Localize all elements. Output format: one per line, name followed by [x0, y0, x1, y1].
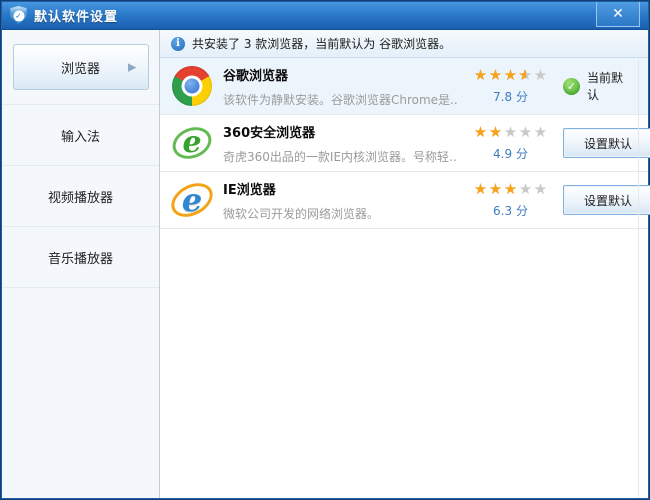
star-icon: ★★	[488, 180, 503, 198]
star-icon: ★★	[473, 123, 488, 141]
star-icon: ★★	[518, 66, 533, 84]
star-icon: ★★	[503, 180, 518, 198]
rating-block: ★★★★★★★★★★ 6.3 分	[458, 181, 563, 219]
current-default-label: 当前默认	[587, 71, 624, 102]
browser-name: 谷歌浏览器	[223, 68, 289, 84]
rating-block: ★★★★★★★★★★ 4.9 分	[458, 124, 563, 162]
action-area: 设置默认	[563, 128, 650, 158]
sidebar-item-music-player[interactable]: 音乐播放器	[2, 227, 159, 288]
sidebar-item-label: 音乐播放器	[47, 251, 113, 267]
sidebar-item-video-player[interactable]: 视频播放器	[2, 166, 159, 227]
star-icon: ★★	[533, 66, 548, 84]
app-body: 浏览器 ▶ 输入法 视频播放器 音乐播放器 i 共安装了 3 款浏览器，当前默认…	[2, 30, 650, 498]
browser-description: 该软件为静默安装。谷歌浏览器Chrome是...	[223, 92, 458, 107]
app-shield-icon: ✓	[10, 6, 27, 25]
star-icon: ★★	[503, 66, 518, 84]
main-panel: i 共安装了 3 款浏览器，当前默认为 谷歌浏览器。 谷歌浏览器 该软件为静默安…	[160, 30, 650, 498]
score-label: 4.9 分	[493, 147, 528, 161]
browser-row-chrome: 谷歌浏览器 该软件为静默安装。谷歌浏览器Chrome是... ★ ★ ★ ★ ★ ★ ★ ★ ★…	[160, 58, 648, 115]
rating-block: ★★★★★★★★★★ 7.8 分	[458, 67, 563, 105]
star-icon: ★★	[473, 180, 488, 198]
star-icon: ★★	[473, 66, 488, 84]
score-label: 6.3 分	[493, 204, 528, 218]
browser-info: 谷歌浏览器 该软件为静默安装。谷歌浏览器Chrome是...	[223, 65, 458, 108]
score-label: 7.8 分	[493, 90, 528, 104]
browser-info: IE浏览器 微软公司开发的网络浏览器。	[223, 179, 458, 222]
check-circle-icon: ✓	[563, 77, 580, 95]
shield-check-icon: ✓	[13, 10, 24, 21]
sidebar-item-label: 浏览器	[60, 61, 100, 77]
titlebar: ✓ 默认软件设置 ✕	[2, 2, 648, 30]
close-button[interactable]: ✕	[596, 2, 640, 27]
star-icon: ★★	[533, 123, 548, 141]
info-icon: i	[171, 36, 185, 51]
current-default-badge: ✓ 当前默认	[563, 69, 630, 103]
browser-description: 微软公司开发的网络浏览器。	[223, 206, 380, 221]
close-icon: ✕	[612, 6, 624, 22]
browser-description: 奇虎360出品的一款IE内核浏览器。号称轻...	[223, 149, 458, 164]
info-bar: i 共安装了 3 款浏览器，当前默认为 谷歌浏览器。	[160, 30, 648, 58]
360-browser-icon: e	[172, 123, 212, 163]
sidebar-item-label: 视频播放器	[47, 190, 113, 206]
window-title: 默认软件设置	[34, 10, 119, 25]
browser-row-360: e 360安全浏览器 奇虎360出品的一款IE内核浏览器。号称轻... ★ ★ ★ ★…	[160, 115, 650, 172]
settings-window: ✓ 默认软件设置 ✕ 浏览器 ▶ 输入法 视频播放器 音乐播放器 i 共安装了 …	[0, 0, 650, 500]
star-icon: ★★	[518, 180, 533, 198]
browser-name: 360安全浏览器	[223, 125, 316, 141]
browser-list: 谷歌浏览器 该软件为静默安装。谷歌浏览器Chrome是... ★ ★ ★ ★ ★ ★ ★ ★ ★…	[160, 58, 650, 498]
star-rating: ★★★★★★★★★★	[458, 124, 563, 140]
info-text: 共安装了 3 款浏览器，当前默认为 谷歌浏览器。	[192, 37, 452, 51]
ie-browser-icon: e	[172, 180, 212, 220]
browser-row-ie: e IE浏览器 微软公司开发的网络浏览器。 ★★★★★★★★★★ 6.3 分 设…	[160, 172, 650, 229]
set-default-button[interactable]: 设置默认	[563, 128, 650, 158]
action-area: 设置默认	[563, 185, 650, 215]
sidebar-item-browser[interactable]: 浏览器 ▶	[2, 30, 159, 105]
set-default-button[interactable]: 设置默认	[563, 185, 650, 215]
star-icon: ★★	[488, 123, 503, 141]
sidebar-item-input-method[interactable]: 输入法	[2, 105, 159, 166]
action-area: ✓ 当前默认	[563, 69, 630, 103]
star-rating: ★★★★★★★★★★	[458, 67, 563, 83]
star-icon: ★★	[503, 123, 518, 141]
sidebar-selected-box: 浏览器 ▶	[12, 44, 149, 90]
browser-name: IE浏览器	[223, 182, 276, 198]
sidebar-item-label: 输入法	[60, 129, 100, 145]
star-rating: ★★★★★★★★★★	[458, 181, 563, 197]
chrome-icon	[172, 66, 212, 106]
star-icon: ★★	[533, 180, 548, 198]
chevron-right-icon: ▶	[128, 60, 137, 74]
browser-info: 360安全浏览器 奇虎360出品的一款IE内核浏览器。号称轻...	[223, 122, 458, 165]
star-icon: ★★	[488, 66, 503, 84]
star-icon: ★★	[518, 123, 533, 141]
sidebar: 浏览器 ▶ 输入法 视频播放器 音乐播放器	[2, 30, 160, 498]
